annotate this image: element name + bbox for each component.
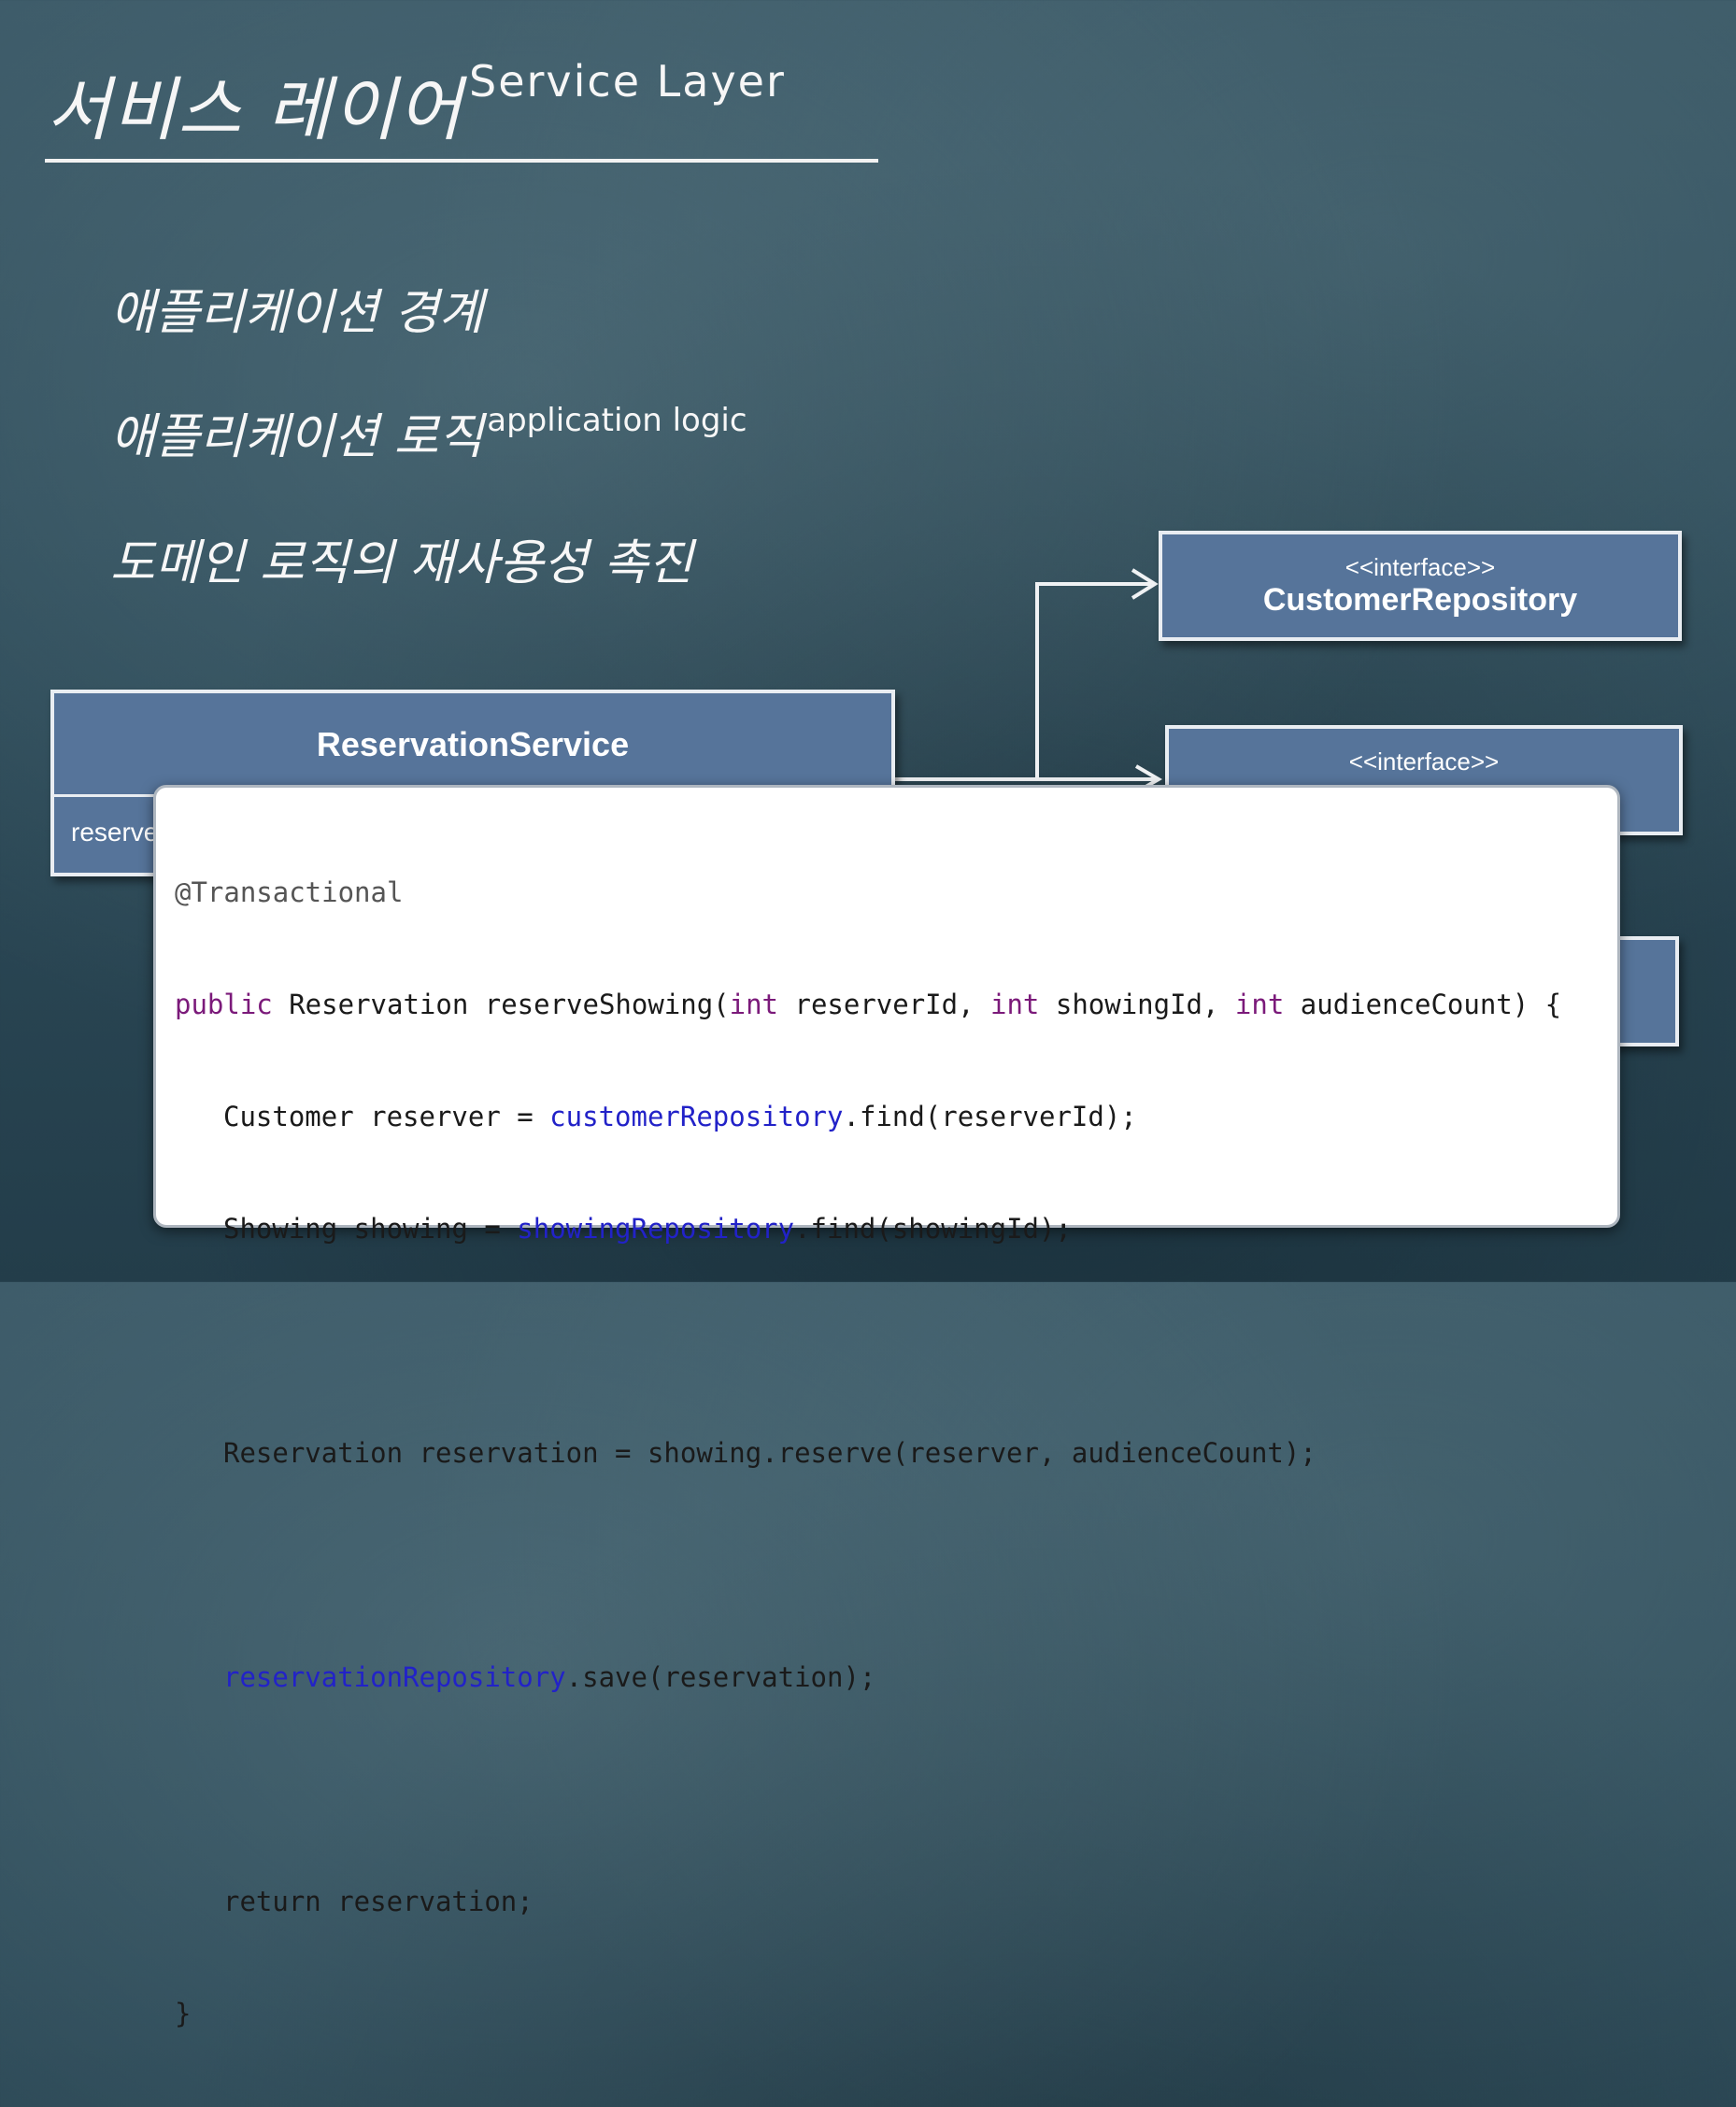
code-reserve-text: Reservation reservation = showing.reserv… — [223, 1437, 1316, 1469]
code-customer-pre: Customer reserver = — [223, 1101, 550, 1132]
code-signature: public Reservation reserveShowing(int re… — [175, 986, 1561, 1023]
sig-param-2: showingId, — [1039, 989, 1235, 1020]
code-blank-1 — [175, 1322, 1561, 1360]
service-method: reserve — [71, 818, 159, 847]
code-panel: @Transactional public Reservation reserv… — [153, 785, 1620, 2029]
code-showing-pre: Showing showing = — [223, 1213, 518, 1245]
connector-to-customer-repository — [888, 582, 1151, 781]
code-line-customer: Customer reserver = customerRepository.f… — [175, 1098, 1561, 1135]
repo-1-stereotype: <<interface>> — [1345, 553, 1496, 581]
code-save-post: .save(reservation); — [565, 1661, 876, 1693]
code-showing-post: .find(showingId); — [794, 1213, 1072, 1245]
code-blank-2 — [175, 1546, 1561, 1584]
field-showing-repository: showingRepository — [517, 1213, 795, 1245]
kw-public: public — [175, 989, 273, 1020]
code-return-text: return reservation; — [223, 1886, 534, 1917]
code-closing-brace: } — [175, 1998, 192, 2029]
code-line-showing: Showing showing = showingRepository.find… — [175, 1210, 1561, 1247]
customer-repository-box: <<interface>> CustomerRepository — [1159, 531, 1682, 641]
field-customer-repository: customerRepository — [549, 1101, 844, 1132]
code-blank-3 — [175, 1771, 1561, 1808]
sig-param-3: audienceCount) { — [1284, 989, 1562, 1020]
code-line-save: reservationRepository.save(reservation); — [175, 1659, 1561, 1696]
repo-1-name: CustomerRepository — [1262, 582, 1578, 618]
kw-int-2: int — [990, 989, 1040, 1020]
code-line-reserve: Reservation reservation = showing.reserv… — [175, 1434, 1561, 1472]
kw-int-1: int — [729, 989, 779, 1020]
code-line-return: return reservation; — [175, 1883, 1561, 1920]
code-annotation: @Transactional — [175, 876, 404, 908]
sig-param-1: reserverId, — [778, 989, 991, 1020]
kw-int-3: int — [1234, 989, 1285, 1020]
field-reservation-repository: reservationRepository — [223, 1661, 566, 1693]
sig-part-1: Reservation reserveShowing( — [272, 989, 730, 1020]
code-customer-post: .find(reserverId); — [843, 1101, 1137, 1132]
repo-2-stereotype: <<interface>> — [1348, 747, 1500, 776]
service-name: ReservationService — [316, 725, 630, 763]
